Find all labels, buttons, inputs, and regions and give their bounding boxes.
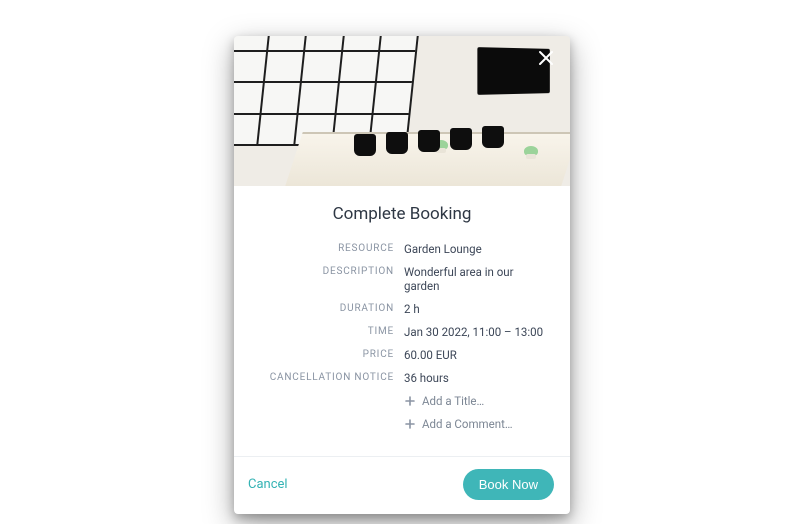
label-price: PRICE — [254, 348, 394, 362]
value-duration: 2 h — [404, 302, 550, 316]
modal-footer: Cancel Book Now — [234, 456, 570, 514]
value-price: 60.00 EUR — [404, 348, 550, 362]
book-now-button[interactable]: Book Now — [463, 469, 554, 500]
details-grid: RESOURCE Garden Lounge DESCRIPTION Wonde… — [254, 242, 550, 431]
close-icon[interactable] — [534, 46, 558, 70]
booking-modal: Complete Booking RESOURCE Garden Lounge … — [234, 36, 570, 514]
label-description: DESCRIPTION — [254, 265, 394, 293]
plus-icon — [404, 395, 416, 407]
label-cancellation-notice: CANCELLATION NOTICE — [254, 371, 394, 385]
add-comment-link[interactable]: Add a Comment… — [404, 417, 550, 431]
modal-title: Complete Booking — [254, 204, 550, 224]
hero-image — [234, 36, 570, 186]
label-time: TIME — [254, 325, 394, 339]
add-title-label: Add a Title… — [422, 394, 484, 408]
cancel-button[interactable]: Cancel — [248, 477, 288, 492]
plus-icon — [404, 418, 416, 430]
label-duration: DURATION — [254, 302, 394, 316]
value-cancellation-notice: 36 hours — [404, 371, 550, 385]
value-resource: Garden Lounge — [404, 242, 550, 256]
add-title-link[interactable]: Add a Title… — [404, 394, 550, 408]
value-description: Wonderful area in our garden — [404, 265, 550, 293]
label-resource: RESOURCE — [254, 242, 394, 256]
value-time: Jan 30 2022, 11:00 – 13:00 — [404, 325, 550, 339]
add-comment-label: Add a Comment… — [422, 417, 513, 431]
